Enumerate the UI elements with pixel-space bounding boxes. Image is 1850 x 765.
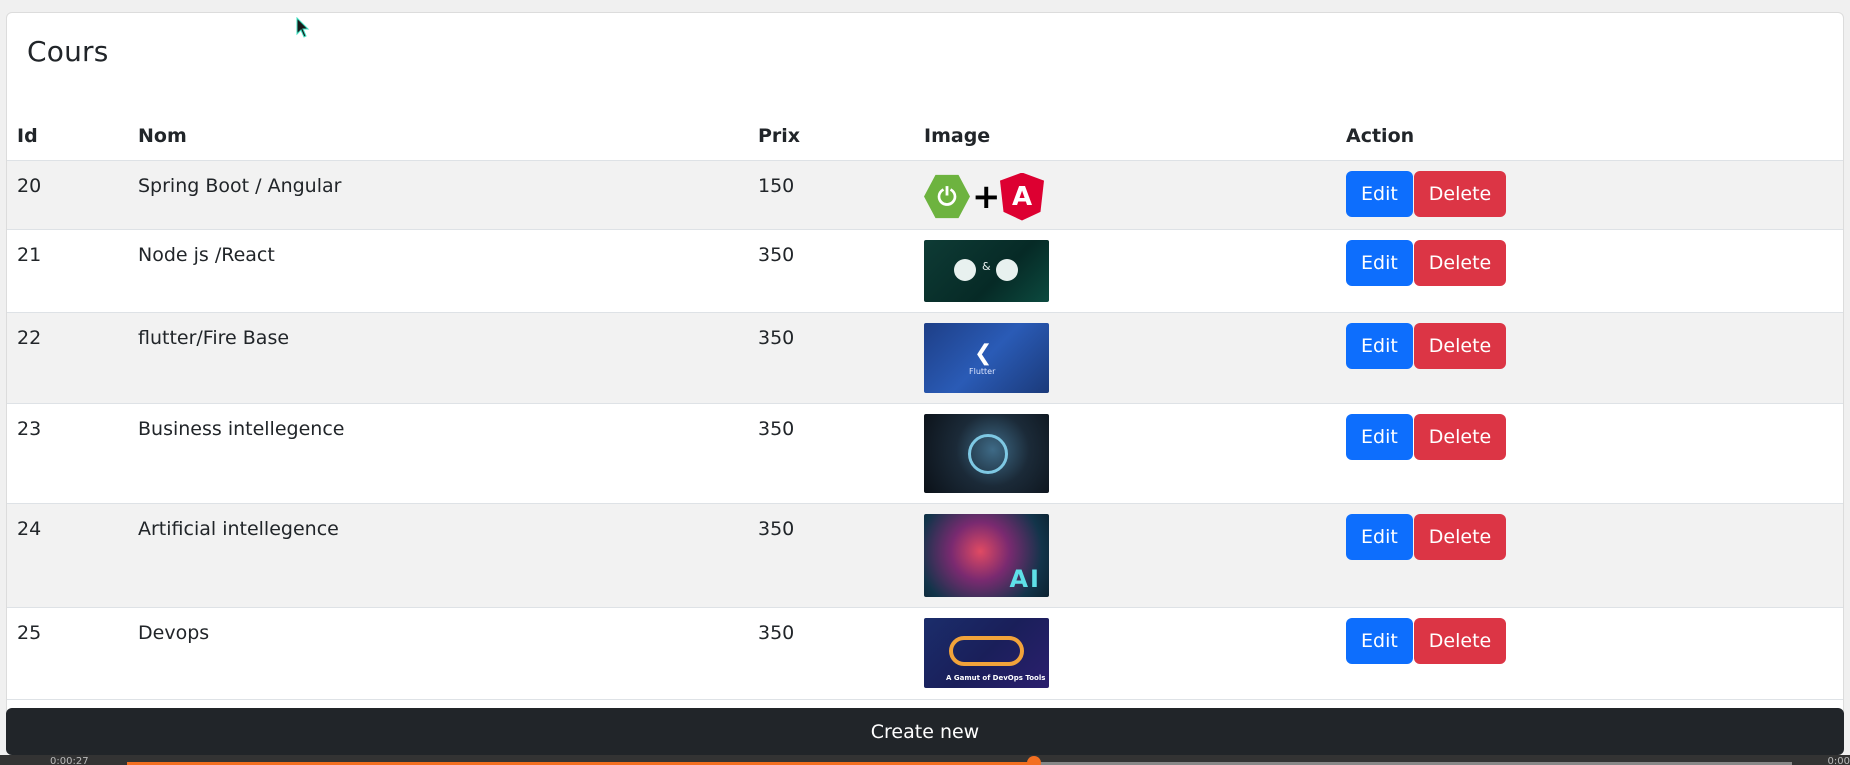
ai-caption: AI xyxy=(1009,564,1041,593)
cell-prix: 150 xyxy=(748,160,914,230)
cell-prix: 350 xyxy=(748,229,914,313)
cell-id: 22 xyxy=(7,312,128,404)
cell-image: AI xyxy=(914,503,1336,608)
courses-card: Cours Id Nom Prix Image Action 20 Spring… xyxy=(6,12,1844,754)
header-image: Image xyxy=(914,113,1336,161)
edit-button[interactable]: Edit xyxy=(1346,513,1413,560)
devops-caption: A Gamut of DevOps Tools xyxy=(946,673,1046,682)
ai-brain-thumbnail: AI xyxy=(924,513,1049,597)
cell-prix: 350 xyxy=(748,312,914,404)
infinity-loop-icon xyxy=(949,635,1024,666)
mouse-cursor-icon xyxy=(296,17,310,38)
delete-button[interactable]: Delete xyxy=(1413,513,1507,560)
cell-id: 21 xyxy=(7,229,128,313)
data-analytics-icon xyxy=(968,433,1008,474)
delete-button[interactable]: Delete xyxy=(1413,322,1507,369)
delete-button[interactable]: Delete xyxy=(1413,617,1507,664)
table-row: 25 Devops 350 A Gamut of DevOps Tools Ed… xyxy=(7,607,1843,700)
delete-button[interactable]: Delete xyxy=(1413,239,1507,286)
header-nom: Nom xyxy=(128,113,748,161)
cell-image: ❮ Flutter xyxy=(914,312,1336,404)
flutter-thumbnail: ❮ Flutter xyxy=(924,322,1049,393)
cell-prix: 350 xyxy=(748,403,914,504)
delete-button[interactable]: Delete xyxy=(1413,413,1507,460)
cell-image: ⏻ + A xyxy=(914,160,1336,230)
table-row: 20 Spring Boot / Angular 150 ⏻ + A Edit D… xyxy=(7,160,1843,230)
table-row: 24 Artificial intellegence 350 AI Edit De… xyxy=(7,503,1843,608)
cell-nom: Node js /React xyxy=(128,229,748,313)
header-action: Action xyxy=(1336,113,1843,161)
plus-icon: + xyxy=(972,176,1001,217)
cell-prix: 350 xyxy=(748,503,914,608)
page-title: Cours xyxy=(27,35,109,68)
cell-image: A Gamut of DevOps Tools xyxy=(914,607,1336,700)
edit-button[interactable]: Edit xyxy=(1346,322,1413,369)
cell-action: Edit Delete xyxy=(1336,503,1843,608)
edit-button[interactable]: Edit xyxy=(1346,617,1413,664)
video-elapsed-time: 0:00:27 xyxy=(50,756,89,765)
table-row: 21 Node js /React 350 & Edit Delete xyxy=(7,229,1843,313)
spring-icon: ⏻ xyxy=(924,174,970,219)
cell-id: 25 xyxy=(7,607,128,700)
node-icon xyxy=(996,258,1018,281)
delete-button[interactable]: Delete xyxy=(1413,170,1507,217)
edit-button[interactable]: Edit xyxy=(1346,413,1413,460)
cell-image: & xyxy=(914,229,1336,313)
react-icon xyxy=(954,258,976,281)
cell-image xyxy=(914,403,1336,504)
create-new-button[interactable]: Create new xyxy=(6,708,1844,755)
angular-icon: A xyxy=(1000,172,1044,221)
business-intelligence-thumbnail xyxy=(924,413,1049,493)
header-prix: Prix xyxy=(748,113,914,161)
edit-button[interactable]: Edit xyxy=(1346,170,1413,217)
cell-nom: Spring Boot / Angular xyxy=(128,160,748,230)
cell-nom: Business intellegence xyxy=(128,403,748,504)
table-header-row: Id Nom Prix Image Action xyxy=(7,113,1843,161)
header-id: Id xyxy=(7,113,128,161)
cell-id: 20 xyxy=(7,160,128,230)
video-progress-bar[interactable]: 0:00:27 0:00 xyxy=(0,755,1850,765)
courses-table: Id Nom Prix Image Action 20 Spring Boot … xyxy=(7,113,1843,700)
cell-nom: Devops xyxy=(128,607,748,700)
video-scrub-handle[interactable] xyxy=(1027,756,1042,765)
cell-id: 24 xyxy=(7,503,128,608)
flutter-icon: ❮ xyxy=(974,340,993,366)
table-row: 22 flutter/Fire Base 350 ❮ Flutter Edit D… xyxy=(7,312,1843,404)
cell-action: Edit Delete xyxy=(1336,229,1843,313)
table-row: 23 Business intellegence 350 Edit Delete xyxy=(7,403,1843,504)
cell-nom: flutter/Fire Base xyxy=(128,312,748,404)
node-react-thumbnail: & xyxy=(924,239,1049,302)
cell-action: Edit Delete xyxy=(1336,160,1843,230)
flutter-caption: Flutter xyxy=(969,366,996,376)
cell-prix: 350 xyxy=(748,607,914,700)
devops-thumbnail: A Gamut of DevOps Tools xyxy=(924,617,1049,688)
cell-action: Edit Delete xyxy=(1336,312,1843,404)
ampersand-icon: & xyxy=(982,259,991,273)
video-total-time: 0:00 xyxy=(1827,756,1850,765)
spring-angular-logo: ⏻ + A xyxy=(924,171,1049,223)
cell-action: Edit Delete xyxy=(1336,607,1843,700)
edit-button[interactable]: Edit xyxy=(1346,239,1413,286)
cell-nom: Artificial intellegence xyxy=(128,503,748,608)
cell-id: 23 xyxy=(7,403,128,504)
cell-action: Edit Delete xyxy=(1336,403,1843,504)
